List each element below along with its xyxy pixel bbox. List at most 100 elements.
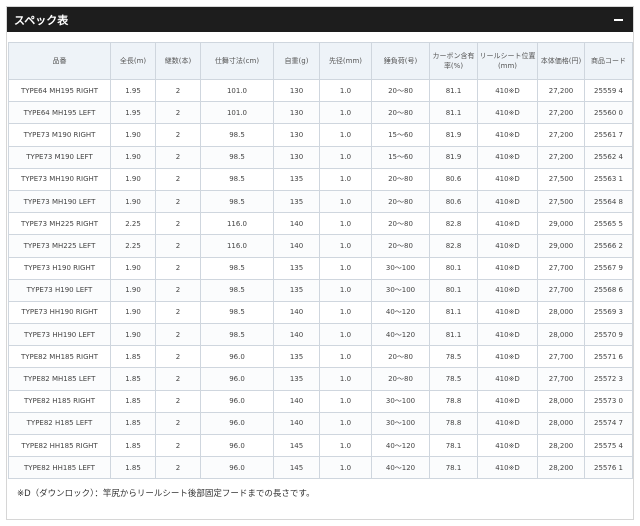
- table-cell: 145: [273, 433, 320, 458]
- table-cell: 1.90: [110, 256, 156, 280]
- table-cell: 1.0: [319, 367, 372, 391]
- table-cell: 81.9: [429, 145, 478, 169]
- table-cell: 28,000: [537, 323, 585, 347]
- table-cell: 410※D: [477, 278, 538, 302]
- table-cell: 2: [155, 167, 201, 191]
- table-cell: 2: [155, 367, 201, 391]
- table-cell: 25575 4: [584, 433, 633, 458]
- column-header: 商品コード: [584, 42, 633, 80]
- table-cell: 1.0: [319, 411, 372, 436]
- table-cell: TYPE73 MH225 RIGHT: [8, 212, 111, 236]
- table-cell: 410※D: [477, 189, 538, 214]
- table-cell: 410※D: [477, 456, 538, 480]
- table-cell: 78.5: [429, 367, 478, 391]
- table-cell: 2: [155, 433, 201, 458]
- table-cell: 25569 3: [584, 300, 633, 325]
- column-header: リールシート位置(mm): [477, 42, 538, 80]
- table-cell: 2: [155, 145, 201, 169]
- table-cell: 2: [155, 278, 201, 302]
- table-cell: 410※D: [477, 212, 538, 236]
- table-cell: 81.1: [429, 323, 478, 347]
- table-cell: 81.1: [429, 101, 478, 125]
- table-row: TYPE73 M190 LEFT 1.90 2 98.5 130 1.0 15～60 81.9…: [8, 145, 633, 169]
- table-cell: 40～120: [371, 300, 430, 325]
- table-cell: 96.0: [200, 433, 274, 458]
- table-row: TYPE73 MH190 LEFT 1.90 2 98.5 135 1.0 20～80 80.…: [8, 189, 633, 214]
- table-cell: 1.0: [319, 212, 372, 236]
- table-cell: 1.95: [110, 78, 156, 103]
- table-cell: 1.0: [319, 456, 372, 480]
- table-cell: TYPE82 HH185 LEFT: [8, 456, 111, 480]
- table-cell: 15～60: [371, 123, 430, 147]
- table-cell: 140: [273, 300, 320, 325]
- table-cell: 27,200: [537, 123, 585, 147]
- table-cell: 78.1: [429, 456, 478, 480]
- table-cell: 410※D: [477, 167, 538, 191]
- table-cell: 27,200: [537, 78, 585, 103]
- table-cell: 101.0: [200, 101, 274, 125]
- table-cell: 1.0: [319, 101, 372, 125]
- table-cell: TYPE82 H185 LEFT: [8, 411, 111, 436]
- table-cell: 135: [273, 367, 320, 391]
- table-cell: 96.0: [200, 345, 274, 369]
- table-cell: 116.0: [200, 234, 274, 258]
- collapse-minus-icon[interactable]: [613, 14, 624, 25]
- table-cell: 135: [273, 345, 320, 369]
- table-cell: 1.0: [319, 300, 372, 325]
- table-cell: 1.0: [319, 234, 372, 258]
- table-cell: 96.0: [200, 456, 274, 480]
- table-cell: 1.0: [319, 145, 372, 169]
- table-cell: 130: [273, 101, 320, 125]
- table-row: TYPE73 HH190 RIGHT 1.90 2 98.5 140 1.0 40～120 8…: [8, 300, 633, 325]
- table-cell: 81.1: [429, 300, 478, 325]
- table-cell: 80.1: [429, 278, 478, 302]
- column-header: 先径(mm): [319, 42, 372, 80]
- table-row: TYPE73 MH225 LEFT 2.25 2 116.0 140 1.0 20～80 82…: [8, 234, 633, 258]
- table-cell: TYPE73 HH190 LEFT: [8, 323, 111, 347]
- table-cell: 410※D: [477, 411, 538, 436]
- column-header: カーボン含有率(%): [429, 42, 478, 80]
- table-cell: 145: [273, 456, 320, 480]
- table-cell: 25559 4: [584, 78, 633, 103]
- table-cell: 140: [273, 234, 320, 258]
- table-cell: 130: [273, 123, 320, 147]
- table-cell: 28,000: [537, 389, 585, 413]
- table-cell: 410※D: [477, 78, 538, 103]
- table-cell: 1.0: [319, 189, 372, 214]
- table-cell: 96.0: [200, 389, 274, 413]
- table-cell: 30～100: [371, 389, 430, 413]
- table-cell: 2: [155, 256, 201, 280]
- table-cell: 135: [273, 167, 320, 191]
- table-cell: 27,500: [537, 189, 585, 214]
- table-cell: 1.0: [319, 78, 372, 103]
- table-cell: 25566 2: [584, 234, 633, 258]
- table-cell: 98.5: [200, 123, 274, 147]
- column-header: 本体価格(円): [537, 42, 585, 80]
- spec-panel: スペック表 品番 全長(m) 継数(本) 仕舞寸法(cm) 自重(g) 先径(mm) 錘負荷…: [6, 6, 634, 520]
- table-cell: TYPE73 MH190 RIGHT: [8, 167, 111, 191]
- table-row: TYPE73 HH190 LEFT 1.90 2 98.5 140 1.0 40～120 81…: [8, 323, 633, 347]
- table-cell: 1.0: [319, 256, 372, 280]
- table-cell: 25572 3: [584, 367, 633, 391]
- table-row: TYPE64 MH195 LEFT 1.95 2 101.0 130 1.0 20～80 81…: [8, 101, 633, 125]
- table-cell: 2: [155, 123, 201, 147]
- table-cell: 410※D: [477, 345, 538, 369]
- table-cell: 25560 0: [584, 101, 633, 125]
- table-cell: 78.1: [429, 433, 478, 458]
- table-cell: 15～60: [371, 145, 430, 169]
- table-cell: 20～80: [371, 212, 430, 236]
- table-cell: 135: [273, 278, 320, 302]
- table-cell: 25570 9: [584, 323, 633, 347]
- table-cell: 27,700: [537, 256, 585, 280]
- table-row: TYPE73 H190 RIGHT 1.90 2 98.5 135 1.0 30～100 80…: [8, 256, 633, 280]
- table-cell: 25565 5: [584, 212, 633, 236]
- table-cell: 410※D: [477, 234, 538, 258]
- table-cell: 80.6: [429, 189, 478, 214]
- table-row: TYPE73 H190 LEFT 1.90 2 98.5 135 1.0 30～100 80.…: [8, 278, 633, 302]
- table-cell: 98.5: [200, 278, 274, 302]
- table-cell: 25574 7: [584, 411, 633, 436]
- table-cell: 28,200: [537, 433, 585, 458]
- table-cell: 82.8: [429, 212, 478, 236]
- table-row: TYPE73 MH190 RIGHT 1.90 2 98.5 135 1.0 20～80 80…: [8, 167, 633, 191]
- table-cell: 80.6: [429, 167, 478, 191]
